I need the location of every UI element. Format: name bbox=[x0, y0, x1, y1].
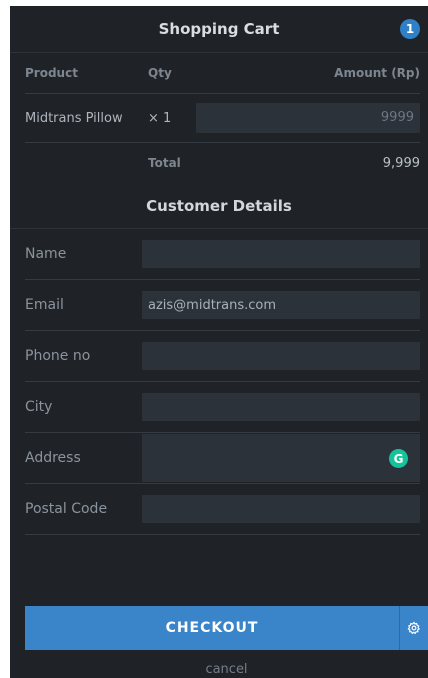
column-qty: Qty bbox=[148, 66, 172, 80]
city-input[interactable] bbox=[142, 393, 420, 421]
cart-count-badge[interactable]: 1 bbox=[400, 19, 420, 39]
address-label: Address bbox=[25, 450, 81, 466]
checkout-screen: Shopping Cart 1 Product Qty Amount (Rp) … bbox=[10, 6, 428, 678]
grammarly-icon[interactable]: G bbox=[389, 449, 408, 468]
email-label: Email bbox=[25, 297, 64, 313]
cart-table-header: Product Qty Amount (Rp) bbox=[25, 53, 420, 94]
field-row-address: Address G bbox=[25, 433, 420, 484]
checkout-button[interactable]: CHECKOUT bbox=[25, 606, 399, 650]
cart-table: Product Qty Amount (Rp) Midtrans Pillow … bbox=[25, 53, 420, 183]
item-amount: 9999 bbox=[196, 103, 420, 133]
customer-details-title: Customer Details bbox=[10, 183, 428, 229]
total-row: Total 9,999 bbox=[25, 143, 420, 183]
address-input[interactable] bbox=[142, 434, 420, 482]
postal-label: Postal Code bbox=[25, 501, 108, 517]
field-row-postal: Postal Code bbox=[25, 484, 420, 535]
total-label: Total bbox=[148, 156, 181, 170]
name-label: Name bbox=[25, 246, 67, 262]
column-product: Product bbox=[25, 66, 78, 80]
phone-input[interactable] bbox=[142, 342, 420, 370]
field-row-email: Email bbox=[25, 280, 420, 331]
name-input[interactable] bbox=[142, 240, 420, 268]
customer-form: Name Email Phone no City Address G Posta… bbox=[25, 229, 420, 535]
header: Shopping Cart 1 bbox=[10, 6, 428, 53]
field-row-name: Name bbox=[25, 229, 420, 280]
email-input[interactable] bbox=[142, 291, 420, 319]
settings-button[interactable] bbox=[399, 606, 428, 650]
table-row: Midtrans Pillow × 1 9999 bbox=[25, 94, 420, 143]
checkout-bar: CHECKOUT bbox=[25, 606, 428, 650]
city-label: City bbox=[25, 399, 53, 415]
gear-icon bbox=[407, 621, 420, 635]
field-row-phone: Phone no bbox=[25, 331, 420, 382]
total-value: 9,999 bbox=[382, 155, 420, 171]
postal-input[interactable] bbox=[142, 495, 420, 523]
column-amount: Amount (Rp) bbox=[334, 66, 420, 80]
cancel-link[interactable]: cancel bbox=[25, 662, 428, 677]
page-title: Shopping Cart bbox=[158, 20, 280, 38]
item-product: Midtrans Pillow bbox=[25, 110, 123, 126]
field-row-city: City bbox=[25, 382, 420, 433]
phone-label: Phone no bbox=[25, 348, 91, 364]
item-qty: × 1 bbox=[148, 110, 172, 126]
